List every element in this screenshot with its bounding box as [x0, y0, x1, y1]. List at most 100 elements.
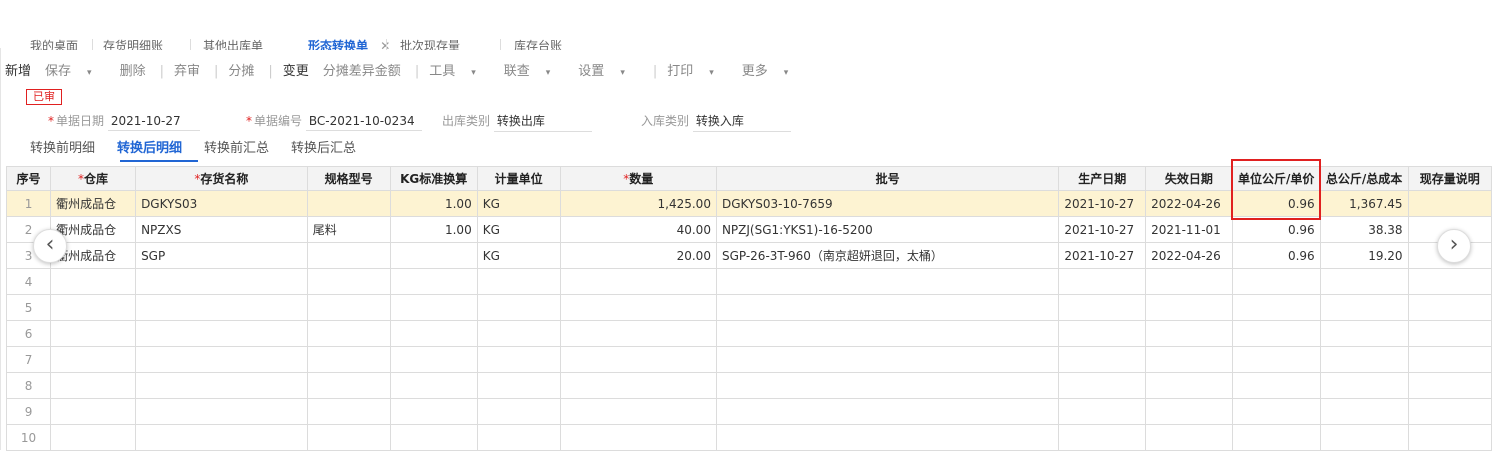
cell-total[interactable]	[1319, 424, 1409, 451]
cell-kg[interactable]	[389, 320, 478, 347]
cell-kg[interactable]	[389, 346, 478, 373]
in-type-value[interactable]: 转换入库	[692, 112, 791, 132]
cell-exp-date[interactable]	[1145, 424, 1233, 451]
cell-name[interactable]	[135, 372, 308, 399]
cell-total[interactable]	[1319, 320, 1409, 347]
cell-warehouse[interactable]	[50, 398, 137, 425]
cell-total[interactable]	[1319, 372, 1409, 399]
tab-inventory-ledger-detail[interactable]: 存货明细账	[103, 37, 163, 50]
col-header[interactable]: 规格型号	[306, 166, 391, 191]
table-row[interactable]: 5	[5, 294, 1492, 321]
table-row[interactable]: 6	[5, 320, 1492, 347]
tab-other-outbound[interactable]: 其他出库单	[203, 37, 263, 50]
tab-batch-stock[interactable]: 批次现存量	[400, 37, 460, 50]
cell-unit-price[interactable]	[1231, 320, 1321, 347]
cell-spec[interactable]	[306, 346, 391, 373]
cell-unit[interactable]: KG	[476, 190, 561, 217]
cell-name[interactable]	[135, 320, 308, 347]
change-button[interactable]: 变更	[283, 60, 309, 79]
cell-exp-date[interactable]: 2021-11-01	[1145, 216, 1233, 243]
cell-name[interactable]	[135, 424, 308, 451]
cell-spec[interactable]: 尾料	[306, 216, 391, 243]
cell-name[interactable]	[135, 398, 308, 425]
cell-qty[interactable]	[559, 268, 717, 295]
cell-spec[interactable]	[306, 398, 391, 425]
cell-total[interactable]: 19.20	[1319, 242, 1409, 269]
chevron-left-icon[interactable]: ‹	[33, 229, 67, 263]
col-header[interactable]: 计量单位	[476, 166, 561, 191]
cell-name[interactable]	[135, 346, 308, 373]
tab-after-summary[interactable]: 转换后汇总	[291, 137, 356, 156]
cell-exp-date[interactable]	[1145, 268, 1233, 295]
cell-spec[interactable]	[306, 424, 391, 451]
out-type-field[interactable]: 出库类别 转换出库	[442, 112, 592, 132]
cell-qty[interactable]	[559, 320, 717, 347]
cell-unit-price[interactable]	[1231, 294, 1321, 321]
tab-stock-ledger[interactable]: 库存台账	[514, 37, 562, 50]
cell-warehouse[interactable]	[50, 346, 137, 373]
cell-total[interactable]: 1,367.45	[1319, 190, 1409, 217]
cell-unit[interactable]	[476, 424, 561, 451]
cell-qty[interactable]	[559, 398, 717, 425]
cell-batch[interactable]: DGKYS03-10-7659	[715, 190, 1060, 217]
cell-note[interactable]	[1407, 372, 1492, 399]
cell-note[interactable]	[1407, 294, 1492, 321]
cell-qty[interactable]	[559, 294, 717, 321]
cell-total[interactable]	[1319, 294, 1409, 321]
cell-unit-price[interactable]	[1231, 346, 1321, 373]
cell-total[interactable]	[1319, 268, 1409, 295]
tab-desktop[interactable]: 我的桌面	[30, 37, 78, 50]
cell-note[interactable]	[1407, 424, 1492, 451]
table-row[interactable]: 2 衢州成品仓 NPZXS 尾料 1.00 KG 40.00 NPZJ(SG1:…	[5, 216, 1492, 243]
cell-unit[interactable]	[476, 372, 561, 399]
cell-spec[interactable]	[306, 372, 391, 399]
col-header[interactable]: *存货名称	[135, 166, 308, 191]
cell-warehouse[interactable]	[50, 294, 137, 321]
table-row[interactable]: 10	[5, 424, 1492, 451]
cell-total[interactable]	[1319, 346, 1409, 373]
table-row[interactable]: 9	[5, 398, 1492, 425]
tab-before-detail[interactable]: 转换前明细	[30, 137, 95, 156]
doc-no-value[interactable]: BC-2021-10-0234	[305, 114, 422, 131]
cell-mfg-date[interactable]: 2021-10-27	[1058, 242, 1147, 269]
cell-kg[interactable]	[389, 268, 478, 295]
cell-exp-date[interactable]	[1145, 398, 1233, 425]
cell-total[interactable]	[1319, 398, 1409, 425]
doc-no-field[interactable]: * 单据编号 BC-2021-10-0234	[246, 112, 422, 131]
cell-kg[interactable]	[389, 398, 478, 425]
col-header[interactable]: 生产日期	[1058, 166, 1147, 191]
in-type-field[interactable]: 入库类别 转换入库	[641, 112, 791, 132]
cell-note[interactable]	[1407, 398, 1492, 425]
cell-spec[interactable]	[306, 320, 391, 347]
cell-mfg-date[interactable]	[1058, 424, 1147, 451]
cell-qty[interactable]	[559, 346, 717, 373]
col-header[interactable]: KG标准换算	[389, 166, 478, 191]
cell-unit-price[interactable]: 0.96	[1231, 242, 1321, 269]
table-row[interactable]: 4	[5, 268, 1492, 295]
out-type-value[interactable]: 转换出库	[493, 112, 592, 132]
allocate-button[interactable]: 分摊	[228, 60, 254, 79]
cell-spec[interactable]	[306, 190, 391, 217]
cell-kg[interactable]	[389, 294, 478, 321]
cell-spec[interactable]	[306, 242, 391, 269]
cell-warehouse[interactable]	[50, 424, 137, 451]
cell-warehouse[interactable]	[50, 372, 137, 399]
cell-kg[interactable]	[389, 424, 478, 451]
col-header[interactable]: 序号	[5, 166, 52, 191]
cell-mfg-date[interactable]	[1058, 372, 1147, 399]
more-menu[interactable]: 更多 ▾	[742, 60, 803, 79]
delete-button[interactable]: 删除	[120, 60, 146, 79]
cell-name[interactable]: DGKYS03	[135, 190, 308, 217]
cell-unit[interactable]	[476, 294, 561, 321]
cell-batch[interactable]	[715, 398, 1060, 425]
doc-date-field[interactable]: * 单据日期 2021-10-27	[48, 112, 200, 131]
cell-mfg-date[interactable]	[1058, 294, 1147, 321]
cell-kg[interactable]	[389, 242, 478, 269]
print-menu[interactable]: 打印 ▾	[667, 60, 728, 79]
doc-date-value[interactable]: 2021-10-27	[107, 114, 200, 131]
col-header[interactable]: 批号	[715, 166, 1060, 191]
cell-kg[interactable]	[389, 372, 478, 399]
cell-unit[interactable]	[476, 320, 561, 347]
cell-qty[interactable]: 20.00	[559, 242, 717, 269]
cell-exp-date[interactable]	[1145, 294, 1233, 321]
